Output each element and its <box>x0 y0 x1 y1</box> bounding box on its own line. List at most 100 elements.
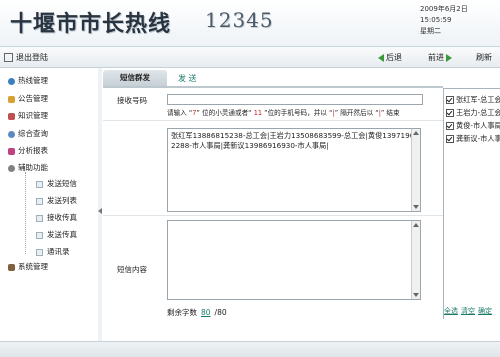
scroll-up-icon[interactable] <box>413 223 419 227</box>
checkbox[interactable] <box>446 96 454 104</box>
scrollbar[interactable] <box>411 129 420 211</box>
hint-text: ”位的手机号码，并以 “ <box>262 109 333 117</box>
sidebar: 热线管理 公告管理 知识管理 综合查询 分析报表 辅助功能 发送短信 发送列表 … <box>0 68 99 356</box>
recipient-label: 接收号码 <box>117 96 147 105</box>
content-textarea[interactable] <box>167 220 421 300</box>
app-title: 十堰市市长热线 <box>10 11 172 37</box>
back-arrow-icon <box>378 53 384 62</box>
hint-digits-11: 11 <box>253 109 263 117</box>
date-text: 2009年6月2日 <box>420 5 468 13</box>
sidebar-item-hotline[interactable]: 热线管理 <box>8 75 48 86</box>
search-icon <box>8 130 15 138</box>
logout-label: 退出登陆 <box>16 53 48 62</box>
recipient-name: 黄俊-市人事局 <box>456 121 500 130</box>
logout-button[interactable]: 退出登陆 <box>4 52 48 63</box>
tab-bar: 短信群发 发 送 <box>103 70 443 88</box>
forward-arrow-icon <box>446 53 452 62</box>
time-text: 15:05:59 <box>420 16 452 24</box>
sidebar-sub-label: 发送传真 <box>47 230 77 239</box>
clear-link[interactable]: 清空 <box>461 307 475 315</box>
sidebar-item-label: 辅助功能 <box>18 163 48 172</box>
document-icon <box>36 197 43 205</box>
checkbox[interactable] <box>446 135 454 143</box>
sidebar-sub-label: 发送列表 <box>47 196 77 205</box>
tab-group-sms[interactable]: 短信群发 <box>103 70 167 86</box>
checkbox[interactable] <box>446 122 454 130</box>
recipient-item[interactable]: 张红军-总工会 <box>446 95 500 105</box>
sidebar-sub-receive-fax[interactable]: 接收传真 <box>36 212 77 223</box>
tree-connector <box>25 172 26 254</box>
sidebar-item-reports[interactable]: 分析报表 <box>8 145 48 156</box>
hint-text: ” 位的小灵通或者“ <box>196 109 254 117</box>
hint-text: ” 结束 <box>380 109 400 117</box>
select-all-link[interactable]: 全选 <box>444 307 458 315</box>
sidebar-sub-send-sms[interactable]: 发送短信 <box>36 178 77 189</box>
sidebar-sub-send-list[interactable]: 发送列表 <box>36 195 77 206</box>
sidebar-item-announcement[interactable]: 公告管理 <box>8 93 48 104</box>
sidebar-sub-label: 通讯录 <box>47 247 70 256</box>
weekday-text: 星期二 <box>420 27 441 35</box>
hint-text: 请输入 “ <box>167 109 193 117</box>
document-icon <box>36 180 43 188</box>
sidebar-item-label: 综合查询 <box>18 129 48 138</box>
confirm-link[interactable]: 确定 <box>478 307 492 315</box>
max-count: /80 <box>214 308 227 317</box>
send-link[interactable]: 发 送 <box>178 73 197 84</box>
remaining-label: 剩余字数 <box>167 308 197 317</box>
recipient-name: 王岩力-总工会 <box>456 108 500 117</box>
sidebar-item-label: 分析报表 <box>18 146 48 155</box>
app-header: 十堰市市长热线 12345 2009年6月2日 15:05:59 星期二 <box>0 0 500 47</box>
hotline-number: 12345 <box>205 8 274 32</box>
content-label: 短信内容 <box>117 265 147 274</box>
forward-label: 前进 <box>428 53 444 62</box>
remaining-count: 80 <box>201 308 211 317</box>
recipient-input[interactable] <box>167 94 423 105</box>
recipient-item[interactable]: 王岩力-总工会 <box>446 108 500 118</box>
sidebar-item-label: 系统管理 <box>18 262 48 271</box>
refresh-button[interactable]: 刷新 <box>476 52 492 63</box>
sidebar-sub-send-fax[interactable]: 发送传真 <box>36 229 77 240</box>
sidebar-item-system[interactable]: 系统管理 <box>8 261 48 272</box>
scroll-down-icon[interactable] <box>413 293 419 297</box>
book-icon <box>8 112 15 120</box>
char-counter: 剩余字数 80/80 <box>167 307 227 318</box>
refresh-label: 刷新 <box>476 53 492 62</box>
collapse-arrow-icon[interactable] <box>98 208 102 214</box>
scroll-down-icon[interactable] <box>413 205 419 209</box>
sidebar-item-auxiliary[interactable]: 辅助功能 <box>8 162 48 173</box>
document-icon <box>36 248 43 256</box>
recipient-hint: 请输入 “7” 位的小灵通或者“ 11 ”位的手机号码，并以 “|” 隔开然后以… <box>167 107 400 117</box>
recipient-item[interactable]: 黄俊-市人事局 <box>446 121 500 131</box>
recipient-list-panel: 张红军-总工会 王岩力-总工会 黄俊-市人事局 龚新议-市人事局 <box>443 88 500 319</box>
recipients-textarea[interactable]: 张红军13886815238-总工会|王岩力13508683599-总工会|黄俊… <box>167 128 421 212</box>
recipient-item[interactable]: 龚新议-市人事局 <box>446 134 500 144</box>
sidebar-splitter[interactable] <box>98 68 102 356</box>
scroll-up-icon[interactable] <box>413 131 419 135</box>
logout-icon <box>4 53 13 62</box>
sidebar-item-knowledge[interactable]: 知识管理 <box>8 110 48 121</box>
divider <box>103 120 443 121</box>
sidebar-sub-label: 接收传真 <box>47 213 77 222</box>
sidebar-item-label: 知识管理 <box>18 111 48 120</box>
gear-icon <box>8 164 15 172</box>
recipient-name: 张红军-总工会 <box>456 95 500 104</box>
scrollbar[interactable] <box>411 221 420 299</box>
chart-icon <box>8 147 15 155</box>
content-text <box>168 221 420 225</box>
document-icon <box>36 231 43 239</box>
back-button[interactable]: 后退 <box>378 52 402 63</box>
sidebar-item-query[interactable]: 综合查询 <box>8 128 48 139</box>
sidebar-item-label: 热线管理 <box>18 76 48 85</box>
sidebar-sub-contacts[interactable]: 通讯录 <box>36 246 70 257</box>
checkbox[interactable] <box>446 109 454 117</box>
tools-icon <box>8 263 15 271</box>
announcement-icon <box>8 95 15 103</box>
divider <box>103 215 443 216</box>
recipient-actions: 全选 清空 确定 <box>444 306 495 316</box>
forward-button[interactable]: 前进 <box>428 52 452 63</box>
datetime-display: 2009年6月2日 15:05:59 星期二 <box>420 4 492 37</box>
back-label: 后退 <box>386 53 402 62</box>
sidebar-sub-label: 发送短信 <box>47 179 77 188</box>
recipients-text: 张红军13886815238-总工会|王岩力13508683599-总工会|黄俊… <box>171 131 415 150</box>
hint-text: ” 隔开然后以 “ <box>334 109 379 117</box>
